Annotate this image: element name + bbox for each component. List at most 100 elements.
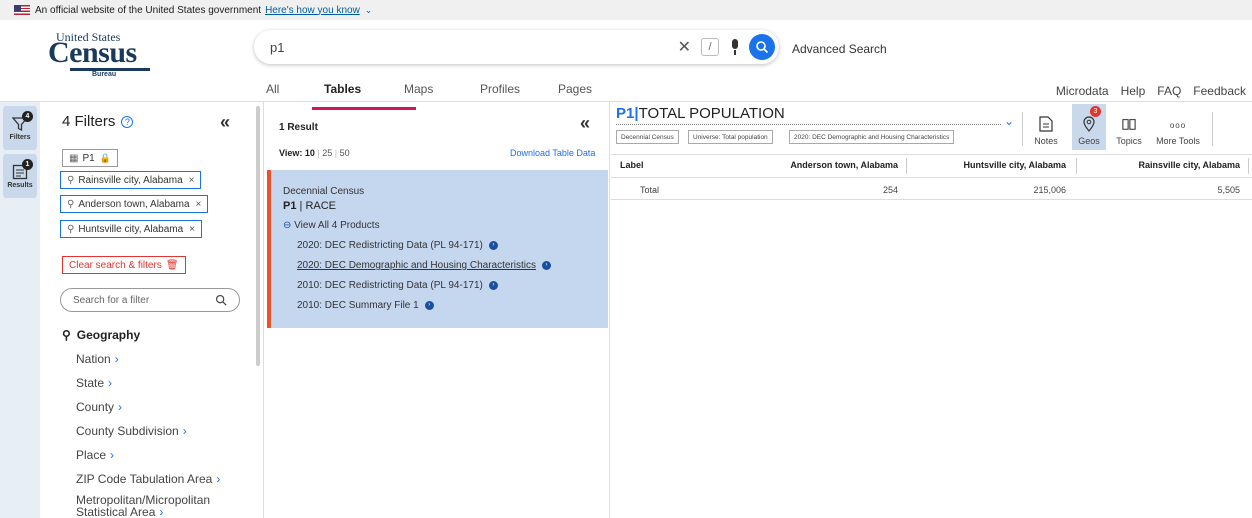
filter-chip[interactable]: ⚲ Anderson town, Alabama × bbox=[60, 195, 209, 213]
filters-rail-label: Filters bbox=[9, 133, 31, 141]
title-underline bbox=[616, 124, 1001, 125]
location-pin-icon bbox=[1083, 116, 1095, 132]
geo-item-label: State bbox=[76, 376, 105, 390]
lock-icon: 🔒 bbox=[99, 152, 111, 163]
geo-item-zcta[interactable]: ZIP Code Tabulation Area › bbox=[76, 472, 220, 486]
column-separator bbox=[1248, 158, 1249, 174]
topics-label: Topics bbox=[1116, 136, 1142, 146]
trash-icon: 🗑 bbox=[165, 259, 179, 271]
view-25-option[interactable]: 25 bbox=[322, 148, 332, 158]
geography-label: Geography bbox=[76, 328, 141, 342]
info-icon[interactable]: › bbox=[488, 280, 498, 290]
table-chip[interactable]: ▦ P1 🔒 bbox=[62, 149, 118, 167]
filter-chip-label: Huntsville city, Alabama bbox=[78, 223, 184, 235]
result-table-id: P1 bbox=[283, 200, 297, 212]
book-icon bbox=[1122, 119, 1136, 130]
collapse-filters-icon[interactable]: « bbox=[220, 112, 230, 133]
info-icon[interactable]: › bbox=[424, 300, 434, 310]
view-10-option[interactable]: View: 10 bbox=[279, 148, 315, 158]
column-separator bbox=[1076, 158, 1077, 174]
product-link-label: 2020: DEC Redistricting Data (PL 94-171) bbox=[297, 240, 483, 251]
results-rail-button[interactable]: 1 Results bbox=[3, 154, 37, 198]
product-link[interactable]: 2020: DEC Demographic and Housing Charac… bbox=[297, 260, 552, 271]
geo-item-label: Nation bbox=[76, 352, 111, 366]
product-link[interactable]: 2010: DEC Summary File 1 › bbox=[297, 300, 434, 311]
search-icon bbox=[215, 294, 227, 306]
location-pin-icon: ⚲ bbox=[67, 223, 75, 235]
advanced-search-link[interactable]: Advanced Search bbox=[792, 42, 887, 56]
results-count: 1 Result bbox=[279, 122, 318, 133]
gov-banner: An official website of the United States… bbox=[0, 0, 1252, 20]
heres-how-link[interactable]: Here's how you know bbox=[265, 5, 360, 16]
filters-scrollbar[interactable] bbox=[256, 106, 260, 366]
feedback-link[interactable]: Feedback bbox=[1193, 84, 1246, 98]
top-links: Microdata Help FAQ Feedback bbox=[1056, 84, 1246, 98]
more-tools-label: More Tools bbox=[1156, 136, 1200, 146]
product-link[interactable]: 2010: DEC Redistricting Data (PL 94-171)… bbox=[297, 280, 498, 291]
filter-chip[interactable]: ⚲ Huntsville city, Alabama × bbox=[60, 220, 203, 238]
left-rail: 4 Filters 1 Results bbox=[0, 102, 40, 518]
topics-button[interactable]: Topics bbox=[1112, 104, 1146, 150]
view-50-option[interactable]: 50 bbox=[340, 148, 350, 158]
search-button[interactable] bbox=[749, 34, 775, 60]
table-title-text: TOTAL POPULATION bbox=[638, 105, 785, 122]
filter-search-input[interactable]: Search for a filter bbox=[60, 288, 240, 312]
table-title[interactable]: P1 | TOTAL POPULATION bbox=[616, 105, 785, 122]
result-card[interactable]: Decennial Census P1 | RACE ⊖ View All 4 … bbox=[267, 170, 608, 328]
clear-search-icon[interactable]: ✕ bbox=[678, 37, 691, 57]
geo-item-nation[interactable]: Nation › bbox=[76, 352, 119, 366]
remove-filter-icon[interactable]: × bbox=[189, 224, 195, 235]
results-badge: 1 bbox=[22, 158, 33, 170]
column-header-rainsville[interactable]: Rainsville city, Alabama bbox=[1110, 160, 1240, 170]
collapse-results-icon[interactable]: « bbox=[580, 113, 590, 134]
remove-filter-icon[interactable]: × bbox=[196, 199, 202, 210]
search-bar: ✕ / bbox=[254, 30, 779, 64]
info-icon[interactable]: › bbox=[488, 240, 498, 250]
view-all-products-toggle[interactable]: ⊖ View All 4 Products bbox=[283, 220, 380, 231]
results-rail-label: Results bbox=[7, 181, 33, 189]
info-icon[interactable]: › bbox=[542, 260, 552, 270]
filters-title: 4 Filters bbox=[62, 113, 116, 130]
row-divider bbox=[611, 199, 1252, 200]
product-link[interactable]: 2020: DEC Redistricting Data (PL 94-171)… bbox=[297, 240, 498, 251]
search-input[interactable] bbox=[270, 39, 678, 55]
product-pill: 2020: DEC Demographic and Housing Charac… bbox=[789, 130, 955, 144]
view-all-products-label: View All 4 Products bbox=[294, 220, 380, 231]
download-table-data-link[interactable]: Download Table Data bbox=[510, 148, 595, 158]
remove-filter-icon[interactable]: × bbox=[189, 175, 195, 186]
faq-link[interactable]: FAQ bbox=[1157, 84, 1181, 98]
product-link-label: 2020: DEC Demographic and Housing Charac… bbox=[297, 260, 537, 271]
census-logo[interactable]: United States Census Bureau bbox=[48, 30, 158, 78]
program-pill: Decennial Census bbox=[616, 130, 679, 144]
cell-anderson-total: 254 bbox=[882, 185, 898, 195]
geo-item-county-subdivision[interactable]: County Subdivision › bbox=[76, 424, 187, 438]
clear-filters-button[interactable]: Clear search & filters 🗑 bbox=[62, 256, 186, 274]
help-link[interactable]: Help bbox=[1121, 84, 1146, 98]
geos-button[interactable]: 3 Geos bbox=[1072, 104, 1106, 150]
search-icon bbox=[756, 41, 769, 54]
microphone-icon[interactable] bbox=[729, 38, 741, 56]
geography-heading[interactable]: ⚲ Geography bbox=[62, 328, 140, 342]
more-tools-button[interactable]: ooo More Tools bbox=[1150, 104, 1206, 150]
geo-item-state[interactable]: State › bbox=[76, 376, 112, 390]
column-header-huntsville[interactable]: Huntsville city, Alabama bbox=[940, 160, 1066, 170]
collapse-circle-icon: ⊖ bbox=[283, 220, 292, 231]
geo-item-place[interactable]: Place › bbox=[76, 448, 114, 462]
table-chip-label: P1 bbox=[82, 152, 95, 164]
geo-item-label: ZIP Code Tabulation Area bbox=[76, 472, 213, 486]
filters-title-row: 4 Filters ? bbox=[62, 113, 134, 130]
filter-chip[interactable]: ⚲ Rainsville city, Alabama × bbox=[60, 171, 202, 189]
column-separator bbox=[906, 158, 907, 174]
geo-item-county[interactable]: County › bbox=[76, 400, 122, 414]
chevron-down-icon[interactable]: ⌄ bbox=[1004, 114, 1014, 128]
notes-button[interactable]: Notes bbox=[1030, 104, 1062, 150]
column-header-label[interactable]: Label bbox=[620, 160, 644, 170]
column-header-anderson[interactable]: Anderson town, Alabama bbox=[780, 160, 898, 170]
filters-rail-button[interactable]: 4 Filters bbox=[3, 106, 37, 150]
microdata-link[interactable]: Microdata bbox=[1056, 84, 1109, 98]
chevron-down-icon[interactable]: ⌄ bbox=[365, 5, 373, 16]
filter-chip-label: Anderson town, Alabama bbox=[78, 198, 190, 210]
geo-item-metro[interactable]: Metropolitan/Micropolitan Statistical Are… bbox=[76, 494, 210, 518]
result-table-title[interactable]: P1 | RACE bbox=[283, 200, 336, 212]
help-icon[interactable]: ? bbox=[121, 115, 134, 128]
